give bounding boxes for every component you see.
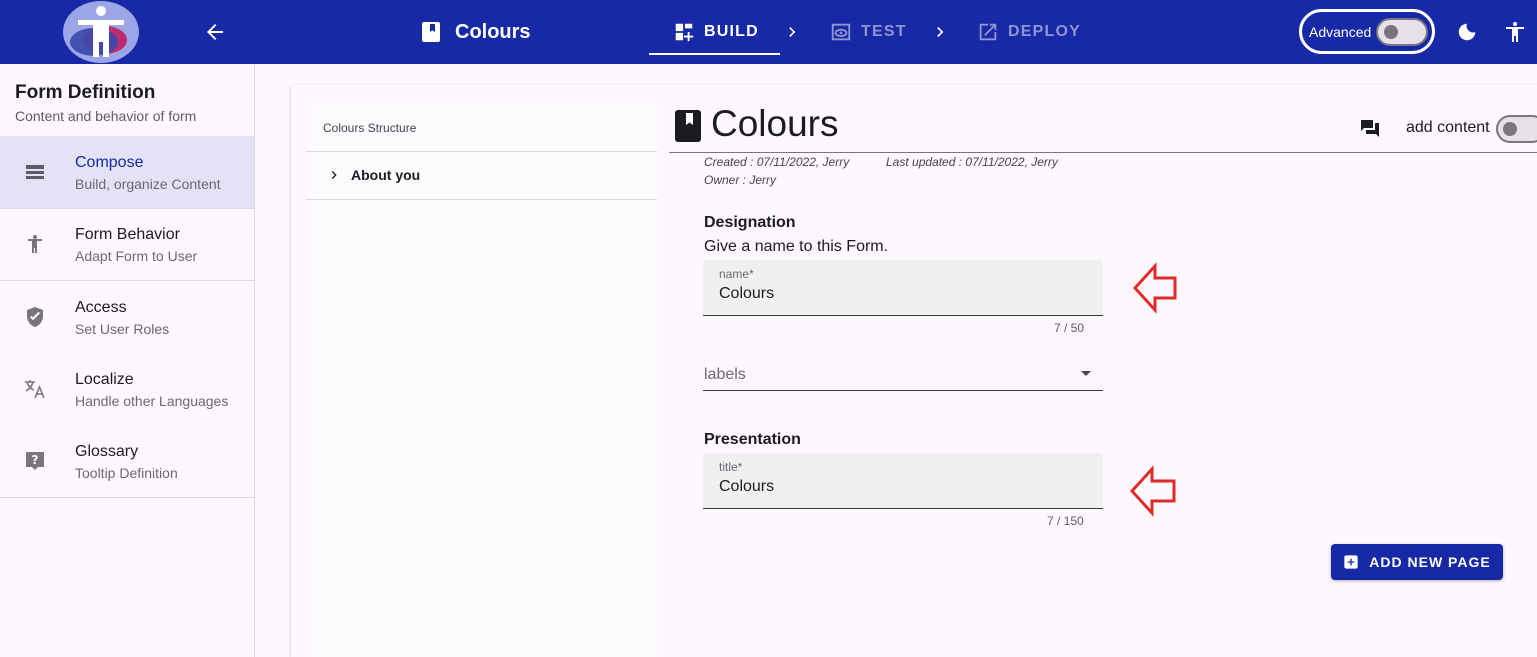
name-field[interactable]: name* Colours [703, 260, 1103, 316]
chevron-right-icon [930, 22, 950, 42]
add-box-icon [1344, 555, 1358, 569]
owner-info: Owner : Jerry [704, 173, 777, 187]
accessibility-icon[interactable] [1503, 20, 1527, 44]
title-field[interactable]: title* Colours [703, 453, 1103, 509]
dark-mode-moon-icon[interactable] [1456, 21, 1478, 43]
translate-icon [23, 377, 47, 401]
title-field-label: title* [719, 460, 743, 474]
annotation-arrow-icon [1131, 260, 1181, 316]
chevron-right-icon [782, 22, 802, 42]
shield-check-icon [23, 305, 47, 329]
comments-icon[interactable] [1358, 116, 1382, 140]
step-build-label: BUILD [704, 23, 759, 40]
sidebar-item-label: Access [75, 299, 127, 316]
structure-item-about-you[interactable]: About you [306, 152, 657, 200]
name-char-counter: 7 / 50 [1054, 321, 1085, 335]
step-test-label: TEST [861, 23, 907, 40]
switch-knob [1503, 122, 1517, 136]
advanced-label: Advanced [1309, 23, 1372, 40]
active-step-indicator [649, 53, 780, 55]
step-test[interactable]: TEST [830, 18, 907, 46]
form-title-header: Colours [422, 18, 531, 46]
step-build[interactable]: BUILD [673, 18, 759, 46]
book-icon [422, 22, 440, 42]
sidebar-item-compose[interactable]: Compose Build, organize Content [0, 136, 254, 208]
title-field-value: Colours [719, 478, 775, 495]
designation-heading: Designation [704, 214, 796, 231]
sidebar-subtitle: Content and behavior of form [15, 108, 197, 124]
add-content-switch[interactable] [1496, 115, 1537, 143]
back-arrow-icon[interactable] [203, 20, 227, 44]
sidebar-item-glossary[interactable]: ? Glossary Tooltip Definition [0, 425, 254, 497]
sidebar-item-label: Compose [75, 154, 144, 171]
accessibility-icon [23, 232, 47, 256]
page-title: Colours [711, 103, 839, 144]
sidebar-item-sublabel: Tooltip Definition [75, 465, 178, 481]
help-box-icon: ? [23, 449, 47, 473]
labels-placeholder: labels [704, 366, 746, 383]
designation-description: Give a name to this Form. [704, 238, 889, 255]
structure-panel: Colours Structure About you [306, 103, 657, 657]
sidebar-item-label: Glossary [75, 443, 139, 460]
advanced-switch[interactable] [1376, 18, 1428, 46]
add-new-page-button[interactable]: ADD NEW PAGE [1331, 544, 1503, 580]
created-info: Created : 07/11/2022, Jerry [704, 155, 850, 169]
dashboard-add-icon [675, 23, 694, 42]
compose-list-icon [23, 160, 47, 184]
top-app-bar: Colours BUILD TEST DEPLOY Advanced [0, 0, 1537, 64]
book-icon [675, 110, 701, 142]
updated-info: Last updated : 07/11/2022, Jerry [886, 155, 1058, 169]
sidebar-item-form-behavior[interactable]: Form Behavior Adapt Form to User [0, 208, 254, 280]
sidebar-item-sublabel: Handle other Languages [75, 393, 229, 409]
divider [0, 497, 254, 498]
sidebar-item-access[interactable]: Access Set User Roles [0, 281, 254, 353]
name-field-value: Colours [719, 285, 775, 302]
sidebar: Form Definition Content and behavior of … [0, 64, 255, 657]
add-content-label: add content [1406, 119, 1490, 136]
dropdown-arrow-icon[interactable] [1081, 371, 1091, 376]
sidebar-item-sublabel: Build, organize Content [75, 176, 221, 192]
app-logo[interactable] [60, 0, 142, 64]
detail-header: Colours add content [669, 100, 1537, 153]
advanced-toggle[interactable]: Advanced [1299, 9, 1435, 54]
sidebar-item-sublabel: Set User Roles [75, 321, 170, 337]
step-deploy[interactable]: DEPLOY [977, 18, 1081, 46]
step-deploy-label: DEPLOY [1008, 23, 1081, 40]
chevron-right-icon[interactable] [326, 167, 342, 183]
annotation-arrow-icon [1128, 463, 1178, 519]
add-new-page-label: ADD NEW PAGE [1369, 554, 1491, 570]
presentation-heading: Presentation [704, 431, 801, 448]
sidebar-title: Form Definition [15, 82, 156, 103]
form-name: Colours [455, 20, 531, 43]
sidebar-item-localize[interactable]: Localize Handle other Languages [0, 353, 254, 425]
title-char-counter: 7 / 150 [1047, 514, 1084, 528]
open-in-new-icon [979, 23, 997, 41]
svg-text:?: ? [32, 453, 39, 467]
switch-knob [1384, 25, 1398, 39]
divider [306, 199, 657, 200]
sidebar-item-label: Localize [75, 371, 134, 388]
structure-heading: Colours Structure [323, 121, 417, 135]
labels-select[interactable]: labels [703, 358, 1103, 391]
sidebar-item-sublabel: Adapt Form to User [75, 248, 198, 264]
name-field-label: name* [719, 267, 754, 281]
preview-eye-icon [831, 23, 851, 41]
sidebar-item-label: Form Behavior [75, 226, 180, 243]
structure-item-label: About you [351, 167, 421, 183]
